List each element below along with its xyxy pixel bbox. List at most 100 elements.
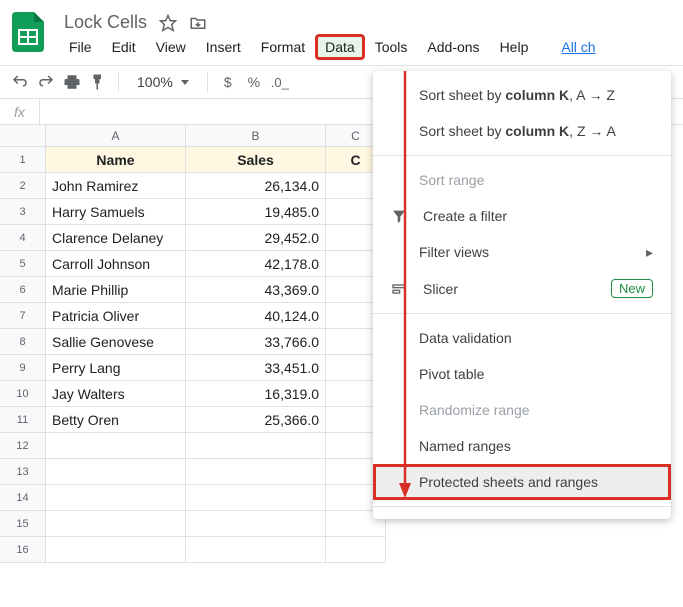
cell[interactable]: [186, 459, 326, 485]
cell[interactable]: [186, 433, 326, 459]
cell[interactable]: John Ramirez: [46, 173, 186, 199]
fx-label: fx: [0, 99, 40, 124]
sort-az-suffix: , A → Z: [569, 87, 615, 103]
paint-format-icon[interactable]: [88, 72, 108, 92]
row-header[interactable]: 13: [0, 459, 46, 485]
row-header[interactable]: 2: [0, 173, 46, 199]
cell[interactable]: Sales: [186, 147, 326, 173]
create-filter[interactable]: Create a filter: [373, 198, 671, 234]
percent-icon[interactable]: %: [244, 72, 264, 92]
zoom-value: 100%: [137, 74, 173, 90]
sort-az[interactable]: Sort sheet by column K, A → Z: [373, 77, 671, 113]
menu-insert[interactable]: Insert: [197, 35, 250, 59]
cell[interactable]: Sallie Genovese: [46, 329, 186, 355]
row-header[interactable]: 8: [0, 329, 46, 355]
cell[interactable]: 33,766.0: [186, 329, 326, 355]
row-header[interactable]: 3: [0, 199, 46, 225]
cell[interactable]: 33,451.0: [186, 355, 326, 381]
sort-col-az: column K: [505, 87, 569, 103]
cell[interactable]: Name: [46, 147, 186, 173]
cell[interactable]: Clarence Delaney: [46, 225, 186, 251]
cell[interactable]: Jay Walters: [46, 381, 186, 407]
col-header-a[interactable]: A: [46, 125, 186, 147]
cell[interactable]: Perry Lang: [46, 355, 186, 381]
menu-help[interactable]: Help: [491, 35, 538, 59]
cell[interactable]: [46, 433, 186, 459]
row-header[interactable]: 11: [0, 407, 46, 433]
named-ranges[interactable]: Named ranges: [373, 428, 671, 464]
slicer-icon: [391, 281, 409, 297]
star-icon[interactable]: [159, 14, 177, 32]
titlebar: Lock Cells File Edit View Insert Format …: [58, 8, 675, 65]
cell[interactable]: [186, 511, 326, 537]
sort-za[interactable]: Sort sheet by column K, Z → A: [373, 113, 671, 149]
menu-file[interactable]: File: [60, 35, 101, 59]
randomize-range: Randomize range: [373, 392, 671, 428]
row-header[interactable]: 15: [0, 511, 46, 537]
sort-az-prefix: Sort sheet by: [419, 87, 505, 103]
row-header[interactable]: 4: [0, 225, 46, 251]
row-header[interactable]: 12: [0, 433, 46, 459]
row-header[interactable]: 7: [0, 303, 46, 329]
all-changes-link[interactable]: All ch: [555, 35, 601, 59]
cell[interactable]: [186, 485, 326, 511]
cell[interactable]: 25,366.0: [186, 407, 326, 433]
cell[interactable]: [46, 537, 186, 563]
decrease-decimal-icon[interactable]: .0_: [270, 72, 290, 92]
cell[interactable]: Carroll Johnson: [46, 251, 186, 277]
slicer[interactable]: SlicerNew: [373, 270, 671, 307]
row-header[interactable]: 9: [0, 355, 46, 381]
row-header[interactable]: 5: [0, 251, 46, 277]
select-all-corner[interactable]: [0, 125, 46, 147]
doc-title[interactable]: Lock Cells: [64, 12, 147, 33]
row-header[interactable]: 14: [0, 485, 46, 511]
filter-views[interactable]: Filter views: [373, 234, 671, 270]
cell[interactable]: [46, 459, 186, 485]
row-header[interactable]: 1: [0, 147, 46, 173]
redo-icon[interactable]: [36, 72, 56, 92]
move-to-folder-icon[interactable]: [189, 14, 207, 32]
zoom-select[interactable]: 100%: [129, 74, 197, 90]
protected-sheets-ranges[interactable]: Protected sheets and ranges: [373, 464, 671, 500]
sort-col-za: column K: [505, 123, 569, 139]
cell[interactable]: [46, 511, 186, 537]
cell[interactable]: 16,319.0: [186, 381, 326, 407]
grid-row: 16: [0, 537, 683, 563]
row-header[interactable]: 10: [0, 381, 46, 407]
sheets-logo[interactable]: [8, 12, 48, 52]
menu-edit[interactable]: Edit: [103, 35, 145, 59]
cell[interactable]: Marie Phillip: [46, 277, 186, 303]
menu-data[interactable]: Data: [316, 35, 364, 59]
header: Lock Cells File Edit View Insert Format …: [0, 0, 683, 66]
sort-za-prefix: Sort sheet by: [419, 123, 505, 139]
menubar: File Edit View Insert Format Data Tools …: [58, 33, 675, 65]
cell[interactable]: Harry Samuels: [46, 199, 186, 225]
col-header-b[interactable]: B: [186, 125, 326, 147]
data-menu-dropdown: Sort sheet by column K, A → Z Sort sheet…: [373, 71, 671, 519]
cell[interactable]: [186, 537, 326, 563]
menu-view[interactable]: View: [147, 35, 195, 59]
cell[interactable]: 29,452.0: [186, 225, 326, 251]
separator: [207, 72, 208, 92]
currency-icon[interactable]: $: [218, 72, 238, 92]
cell[interactable]: 19,485.0: [186, 199, 326, 225]
menu-tools[interactable]: Tools: [366, 35, 417, 59]
new-badge: New: [611, 279, 653, 298]
pivot-table[interactable]: Pivot table: [373, 356, 671, 392]
cell[interactable]: Betty Oren: [46, 407, 186, 433]
row-header[interactable]: 6: [0, 277, 46, 303]
row-header[interactable]: 16: [0, 537, 46, 563]
separator: [373, 155, 671, 156]
undo-icon[interactable]: [10, 72, 30, 92]
menu-format[interactable]: Format: [252, 35, 314, 59]
cell[interactable]: [46, 485, 186, 511]
cell[interactable]: Patricia Oliver: [46, 303, 186, 329]
cell[interactable]: [326, 537, 386, 563]
menu-addons[interactable]: Add-ons: [418, 35, 488, 59]
cell[interactable]: 26,134.0: [186, 173, 326, 199]
data-validation[interactable]: Data validation: [373, 320, 671, 356]
cell[interactable]: 43,369.0: [186, 277, 326, 303]
print-icon[interactable]: [62, 72, 82, 92]
cell[interactable]: 42,178.0: [186, 251, 326, 277]
cell[interactable]: 40,124.0: [186, 303, 326, 329]
